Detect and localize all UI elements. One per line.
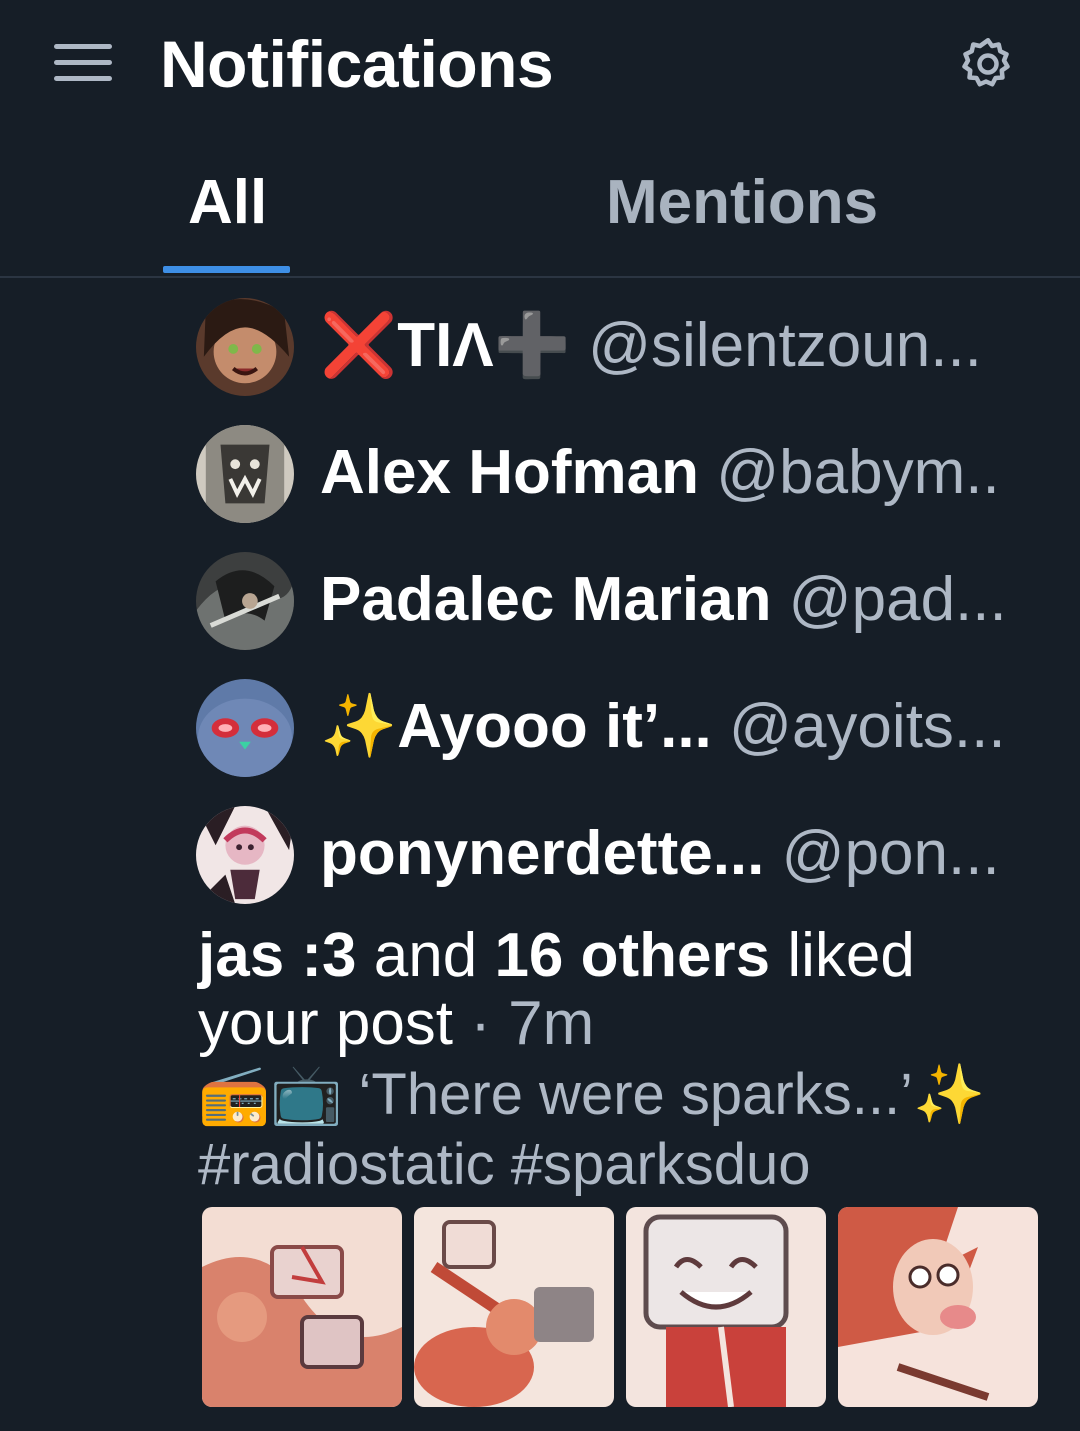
liker-line: ❌TIΛ➕ @silentzoun...	[320, 310, 1060, 382]
liker-item[interactable]: ❌TIΛ➕ @silentzoun...	[196, 290, 1076, 400]
liker-handle: @silentzoun...	[588, 311, 982, 380]
liker-name: Alex Hofman	[320, 438, 699, 507]
liker-item[interactable]: Alex Hofman @babym..	[196, 417, 1076, 527]
post-text-line: 📻📺 ‘There were sparks...’✨	[198, 1062, 986, 1127]
others-count[interactable]: 16 others	[494, 921, 770, 990]
avatar	[196, 552, 294, 650]
gear-icon[interactable]	[958, 34, 1018, 94]
post-image-2[interactable]	[414, 1207, 614, 1407]
liker-item[interactable]: ✨Ayooo it’... @ayoits...	[196, 671, 1076, 781]
liker-item[interactable]: ponynerdette... @pon...	[196, 798, 1076, 908]
post-preview-text[interactable]: 📻📺 ‘There were sparks...’✨ #radiostatic …	[198, 1060, 1018, 1200]
tab-mentions[interactable]: Mentions	[606, 170, 878, 236]
liker-handle: @ayoits...	[729, 692, 1006, 761]
post-hashtags[interactable]: #radiostatic #sparksduo	[198, 1130, 1018, 1200]
liker-name: ❌TIΛ➕	[320, 311, 571, 380]
liker-line: Padalec Marian @pad...	[320, 564, 1060, 636]
hamburger-menu-icon[interactable]	[54, 42, 112, 84]
summary-connector: and	[356, 921, 495, 990]
liker-name: Padalec Marian	[320, 565, 772, 634]
avatar	[196, 806, 294, 904]
post-image-grid	[202, 1207, 1038, 1407]
notification-tabs: All Mentions	[0, 150, 1080, 278]
active-tab-indicator	[163, 266, 290, 273]
avatar	[196, 298, 294, 396]
tab-all[interactable]: All	[188, 170, 267, 236]
page-title: Notifications	[160, 27, 554, 101]
liker-handle: @pad...	[788, 565, 1007, 634]
liker-line: ponynerdette... @pon...	[320, 818, 1060, 890]
top-bar: Notifications	[0, 0, 1080, 130]
liker-name: ✨Ayooo it’...	[320, 692, 712, 761]
liker-line: Alex Hofman @babym..	[320, 437, 1060, 509]
liker-item[interactable]: Padalec Marian @pad...	[196, 544, 1076, 654]
liker-line: ✨Ayooo it’... @ayoits...	[320, 691, 1060, 763]
actor-name[interactable]: jas :3	[198, 921, 357, 990]
liker-handle: @babym..	[716, 438, 1000, 507]
avatar	[196, 679, 294, 777]
notification-summary[interactable]: jas :3 and 16 others liked your post · 7…	[198, 922, 1018, 1058]
avatar	[196, 425, 294, 523]
post-image-3[interactable]	[626, 1207, 826, 1407]
separator-dot: ·	[453, 989, 509, 1058]
post-image-4[interactable]	[838, 1207, 1038, 1407]
timestamp: 7m	[508, 989, 595, 1058]
post-image-1[interactable]	[202, 1207, 402, 1407]
liker-handle: @pon...	[781, 819, 1000, 888]
liker-name: ponynerdette...	[320, 819, 765, 888]
